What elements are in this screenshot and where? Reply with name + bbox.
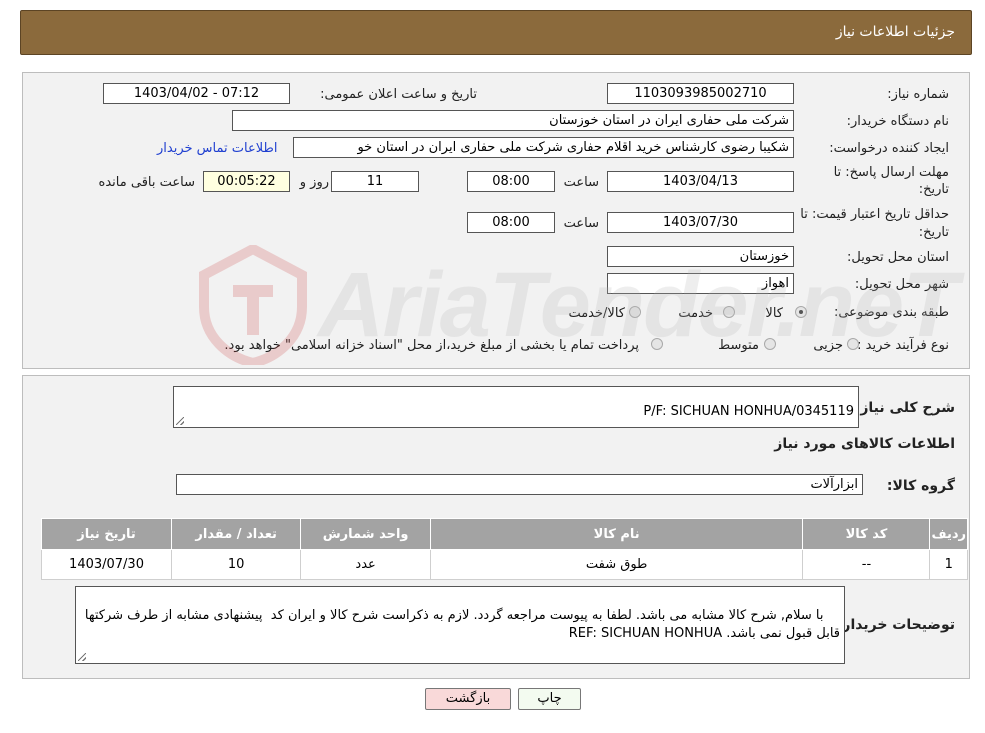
col-unit: واحد شمارش	[300, 518, 431, 550]
buyer-notes-textarea[interactable]: با سلام, شرح کالا مشابه می باشد. لطفا به…	[75, 586, 845, 664]
items-heading: اطلاعات کالاهای مورد نیاز	[774, 436, 955, 452]
announce-label: تاریخ و ساعت اعلان عمومی:	[320, 87, 477, 102]
items-table: ردیف کد کالا نام کالا واحد شمارش تعداد /…	[40, 518, 968, 580]
buyer-org-field[interactable]: شرکت ملی حفاری ایران در استان خوزستان	[232, 110, 794, 131]
col-row: ردیف	[929, 518, 968, 550]
col-code: کد کالا	[802, 518, 931, 550]
col-name: نام کالا	[429, 518, 804, 550]
cell-qty: 10	[171, 549, 302, 580]
watermark-logo-icon	[199, 245, 307, 365]
summary-text: P/F: SICHUAN HONHUA/0345119	[643, 404, 854, 419]
deadline-label-2: تاریخ:	[918, 182, 949, 197]
validity-label-2: تاریخ:	[918, 225, 949, 240]
announce-field[interactable]: 1403/04/02 - 07:12	[103, 83, 290, 104]
watermark-text: AriaTender.neT	[318, 254, 958, 356]
group-field[interactable]: ابزارآلات	[176, 474, 863, 495]
deadline-label-1: مهلت ارسال پاسخ: تا	[833, 165, 949, 180]
resize-grip-icon[interactable]	[78, 653, 86, 661]
deadline-time-label: ساعت	[563, 175, 599, 190]
need-info-panel: شماره نیاز: 1103093985002710 تاریخ و ساع…	[22, 72, 970, 369]
page-header: جزئیات اطلاعات نیاز	[20, 10, 972, 55]
deadline-time-field[interactable]: 08:00	[467, 171, 555, 192]
cell-code: --	[802, 549, 931, 580]
days-field[interactable]: 11	[331, 171, 419, 192]
remaining-time-label: ساعت باقی مانده	[98, 175, 195, 190]
page-title: جزئیات اطلاعات نیاز	[835, 24, 955, 40]
buyer-notes-label: توضیحات خریدار:	[836, 617, 955, 633]
items-panel: شرح کلی نیاز: P/F: SICHUAN HONHUA/034511…	[22, 375, 970, 679]
summary-label: شرح کلی نیاز:	[854, 400, 955, 416]
items-table-header: ردیف کد کالا نام کالا واحد شمارش تعداد /…	[40, 518, 968, 550]
need-number-field[interactable]: 1103093985002710	[607, 83, 794, 104]
remaining-time-field: 00:05:22	[203, 171, 290, 192]
cell-date: 1403/07/30	[40, 549, 173, 580]
validity-date-field[interactable]: 1403/07/30	[607, 212, 794, 233]
resize-grip-icon[interactable]	[176, 417, 184, 425]
summary-textarea[interactable]: P/F: SICHUAN HONHUA/0345119	[173, 386, 859, 428]
table-row: 1 -- طوق شفت عدد 10 1403/07/30	[40, 549, 968, 580]
days-label: روز و	[299, 175, 329, 190]
requester-label: ایجاد کننده درخواست:	[829, 141, 949, 156]
buyer-org-label: نام دستگاه خریدار:	[846, 114, 949, 129]
cell-name: طوق شفت	[429, 549, 804, 580]
cell-row: 1	[929, 549, 968, 580]
buyer-notes-text: با سلام, شرح کالا مشابه می باشد. لطفا به…	[80, 608, 840, 641]
requester-field[interactable]: شکیبا رضوی کارشناس خرید اقلام حفاری شرکت…	[293, 137, 794, 158]
contact-info-link[interactable]: اطلاعات تماس خریدار	[157, 141, 277, 156]
col-qty: تعداد / مقدار	[171, 518, 302, 550]
back-button[interactable]: بازگشت	[425, 688, 511, 710]
group-label: گروه کالا:	[886, 478, 955, 494]
validity-time-label: ساعت	[563, 216, 599, 231]
col-date: تاریخ نیاز	[40, 518, 173, 550]
need-number-label: شماره نیاز:	[887, 87, 949, 102]
watermark: AriaTender.neT	[198, 245, 958, 365]
print-button[interactable]: چاپ	[518, 688, 581, 710]
validity-label-1: حداقل تاریخ اعتبار قیمت: تا	[800, 207, 949, 222]
cell-unit: عدد	[300, 549, 431, 580]
validity-time-field[interactable]: 08:00	[467, 212, 555, 233]
deadline-date-field[interactable]: 1403/04/13	[607, 171, 794, 192]
